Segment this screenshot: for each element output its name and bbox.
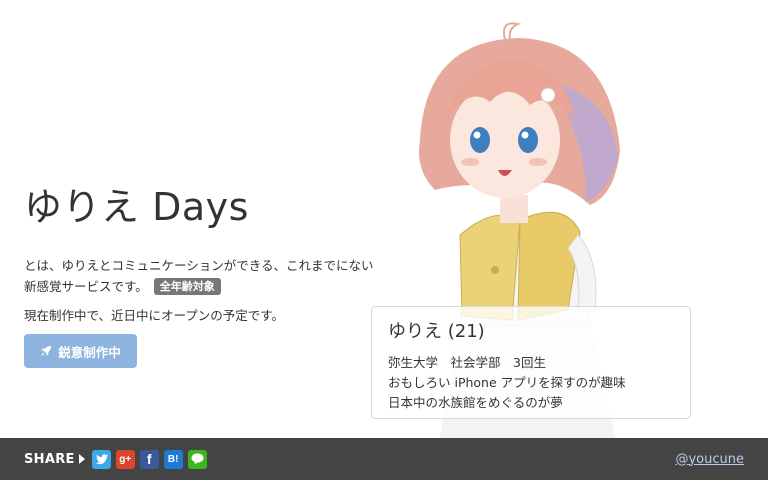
google-plus-icon: g+ bbox=[119, 453, 132, 465]
twitter-share-button[interactable] bbox=[91, 449, 111, 469]
profile-line: おもしろい iPhone アプリを探すのが趣味 bbox=[388, 375, 626, 390]
profile-name: ゆりえ (21) bbox=[388, 321, 485, 342]
profile-line: 日本中の水族館をめぐるのが夢 bbox=[388, 395, 563, 410]
facebook-icon: f bbox=[146, 451, 152, 467]
lead-text: とは、ゆりえとコミュニケーションができる、これまでにない新感覚サービスです。 全年… bbox=[24, 255, 374, 297]
share-arrow-icon bbox=[78, 454, 85, 464]
footer-bar: SHARE g+ f B! @youcune bbox=[0, 438, 768, 480]
status-text: 現在制作中で、近日中にオープンの予定です。 bbox=[24, 308, 285, 323]
page-title: ゆりえ Days bbox=[24, 185, 249, 229]
age-rating-badge: 全年齢対象 bbox=[153, 278, 221, 295]
profile-line: 弥生大学 社会学部 3回生 bbox=[388, 355, 546, 370]
rocket-icon bbox=[41, 346, 52, 356]
hatena-bookmark-share-button[interactable]: B! bbox=[163, 449, 183, 469]
line-share-button[interactable] bbox=[187, 449, 207, 469]
twitter-icon bbox=[95, 453, 108, 464]
share-label: SHARE bbox=[24, 451, 75, 467]
facebook-share-button[interactable]: f bbox=[139, 449, 159, 469]
hero-section: ゆりえ Days とは、ゆりえとコミュニケーションができる、これまでにない新感覚… bbox=[0, 0, 768, 438]
in-development-button-label: 鋭意制作中 bbox=[58, 344, 121, 360]
author-link[interactable]: @youcune bbox=[675, 452, 744, 467]
in-development-button[interactable]: 鋭意制作中 bbox=[24, 334, 137, 368]
profile-card: ゆりえ (21) 弥生大学 社会学部 3回生 おもしろい iPhone アプリを… bbox=[371, 306, 691, 419]
hatena-bookmark-icon: B! bbox=[167, 453, 179, 465]
google-plus-share-button[interactable]: g+ bbox=[115, 449, 135, 469]
line-icon bbox=[191, 453, 204, 465]
